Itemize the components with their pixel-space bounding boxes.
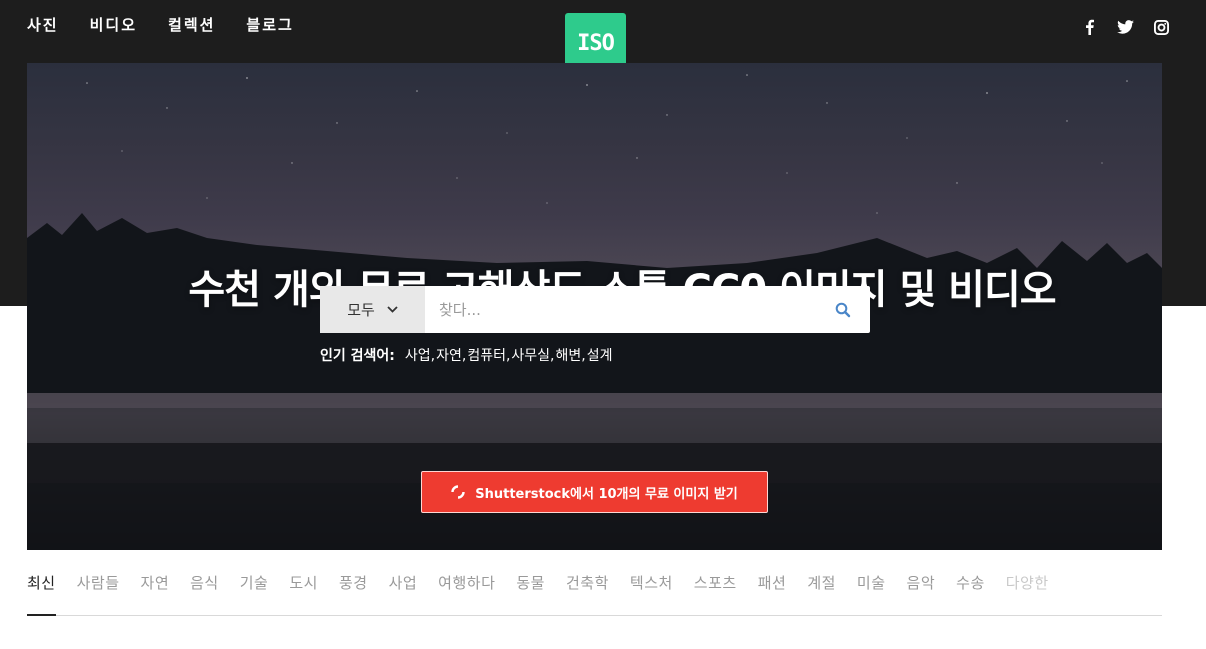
tab-food[interactable]: 음식 (190, 570, 219, 615)
nav-collections[interactable]: 컬렉션 (168, 14, 215, 35)
chevron-down-icon (387, 306, 398, 313)
tab-sports[interactable]: 스포츠 (694, 570, 737, 615)
popular-searches: 인기 검색어: 사업, 자연, 컴퓨터, 사무실, 해변, 설계 (320, 345, 612, 365)
promo-label: Shutterstock에서 10개의 무료 이미지 받기 (475, 486, 738, 502)
search-category-dropdown[interactable]: 모두 (320, 286, 425, 333)
tab-music[interactable]: 음악 (907, 570, 936, 615)
shutterstock-promo-button[interactable]: Shutterstock에서 10개의 무료 이미지 받기 (421, 471, 768, 513)
tab-architecture[interactable]: 건축학 (566, 570, 609, 615)
search-button[interactable] (816, 286, 870, 333)
popular-term[interactable]: 해변 (556, 345, 582, 365)
search-icon (835, 302, 851, 317)
popular-term[interactable]: 자연 (436, 345, 462, 365)
tab-technology[interactable]: 기술 (240, 570, 269, 615)
popular-searches-label: 인기 검색어: (320, 348, 395, 364)
popular-term[interactable]: 컴퓨터 (467, 345, 506, 365)
search-input[interactable] (425, 286, 816, 333)
tab-people[interactable]: 사람들 (77, 570, 120, 615)
twitter-icon[interactable] (1116, 18, 1134, 36)
search-bar: 모두 (320, 286, 870, 333)
tab-city[interactable]: 도시 (289, 570, 318, 615)
tab-travel[interactable]: 여행하다 (438, 570, 495, 615)
nav-videos[interactable]: 비디오 (90, 14, 137, 35)
tab-business[interactable]: 사업 (389, 570, 418, 615)
tab-texture[interactable]: 텍스처 (630, 570, 673, 615)
nav-photos[interactable]: 사진 (27, 14, 59, 35)
tab-latest[interactable]: 최신 (27, 570, 56, 616)
instagram-icon[interactable] (1152, 18, 1170, 36)
popular-term[interactable]: 설계 (587, 345, 613, 365)
tab-art[interactable]: 미술 (857, 570, 886, 615)
nav-blog[interactable]: 블로그 (246, 14, 293, 35)
facebook-icon[interactable] (1080, 18, 1098, 36)
shutterstock-logo-icon (451, 485, 465, 499)
tab-animals[interactable]: 동물 (516, 570, 545, 615)
popular-term[interactable]: 사무실 (511, 345, 550, 365)
tab-transport[interactable]: 수송 (956, 570, 985, 615)
tab-nature[interactable]: 자연 (141, 570, 170, 615)
social-links (1080, 18, 1170, 36)
tab-landscape[interactable]: 풍경 (339, 570, 368, 615)
main-nav: 사진 비디오 컬렉션 블로그 (27, 14, 294, 35)
tab-fashion[interactable]: 패션 (758, 570, 787, 615)
category-tabs: 최신 사람들 자연 음식 기술 도시 풍경 사업 여행하다 동물 건축학 텍스처… (27, 570, 1162, 616)
tab-seasons[interactable]: 계절 (807, 570, 836, 615)
search-category-label: 모두 (347, 301, 375, 319)
tab-various[interactable]: 다양한 (1006, 570, 1049, 615)
popular-term[interactable]: 사업 (405, 345, 431, 365)
